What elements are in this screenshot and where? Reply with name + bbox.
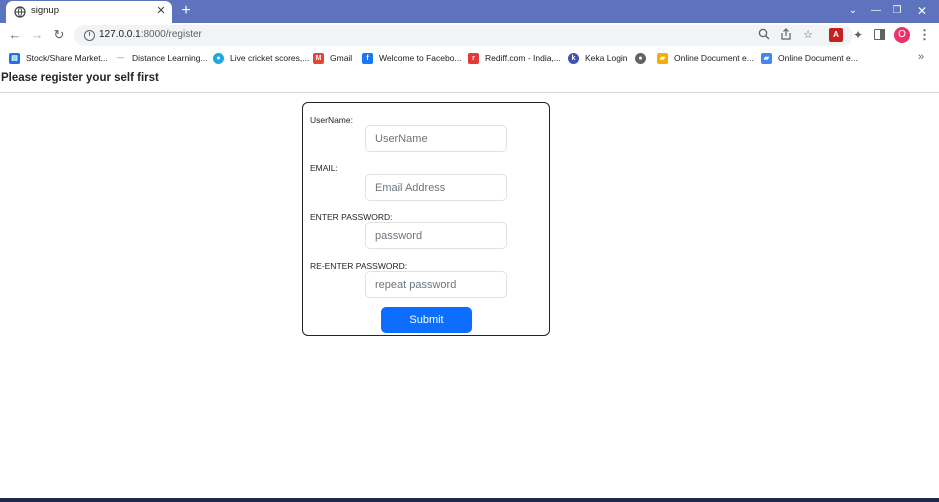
bookmark-label: Welcome to Facebo... [379, 53, 462, 63]
back-icon[interactable]: ← [7, 27, 23, 43]
globe-icon: ● [213, 52, 224, 64]
close-window-icon[interactable]: ✕ [910, 0, 934, 22]
bookmark-item[interactable]: k Keka Login [568, 51, 628, 65]
side-panel-icon[interactable] [873, 28, 887, 42]
globe-icon: ● [635, 52, 646, 64]
url-host: 127.0.0.1 [99, 29, 141, 40]
bookmark-label: Distance Learning... [132, 53, 208, 63]
bookmark-item[interactable]: ▤ Stock/Share Market... [9, 51, 108, 65]
gmail-icon: M [313, 52, 324, 64]
restore-icon[interactable]: ❐ [888, 0, 906, 22]
bookmark-item[interactable]: f Welcome to Facebo... [362, 51, 462, 65]
browser-toolbar: ← → ↻ i 127.0.0.1:8000/register ☆ A ✦ O … [0, 23, 939, 48]
username-label: UserName: [310, 115, 353, 125]
document-icon: ▰ [657, 52, 668, 64]
page-heading: Please register your self first [1, 72, 159, 84]
page-content: Please register your self first UserName… [0, 68, 939, 502]
site-info-icon[interactable]: i [84, 30, 95, 41]
minimize-icon[interactable]: — [868, 0, 884, 22]
bookmark-label: Rediff.com - India,... [485, 53, 561, 63]
submit-button[interactable]: Submit [381, 307, 472, 333]
new-tab-button[interactable]: + [178, 2, 194, 20]
more-bookmarks-icon[interactable]: » [918, 51, 924, 63]
dash-icon: — [117, 54, 124, 62]
bookmark-item[interactable]: M Gmail [313, 51, 352, 65]
chart-icon: ▤ [9, 52, 20, 64]
heading-divider [0, 92, 939, 93]
rediff-icon: r [468, 52, 479, 64]
bookmark-label: Online Document e... [778, 53, 858, 63]
puzzle-icon[interactable]: ✦ [851, 28, 865, 42]
email-label: EMAIL: [310, 163, 338, 173]
keka-icon: k [568, 52, 579, 64]
password-input[interactable] [365, 222, 507, 249]
zoom-icon[interactable] [757, 28, 771, 42]
url-path: :8000/register [140, 29, 202, 40]
reload-icon[interactable]: ↻ [51, 27, 67, 43]
url-text[interactable]: 127.0.0.1:8000/register [99, 29, 202, 40]
tab-strip: signup ✕ + ⌄ — ❐ ✕ [0, 0, 939, 23]
bookmarks-bar: ▤ Stock/Share Market... — Distance Learning… [0, 48, 939, 68]
bookmark-label: Online Document e... [674, 53, 754, 63]
taskbar-edge [0, 498, 939, 502]
bookmark-label: Live cricket scores,... [230, 53, 310, 63]
close-tab-icon[interactable]: ✕ [154, 4, 168, 18]
bookmark-item[interactable]: ● [635, 51, 652, 65]
email-input[interactable] [365, 174, 507, 201]
profile-avatar[interactable]: O [894, 27, 910, 43]
facebook-icon: f [362, 52, 373, 64]
address-bar[interactable]: i 127.0.0.1:8000/register ☆ [74, 25, 853, 46]
username-input[interactable] [365, 125, 507, 152]
register-form: UserName: EMAIL: ENTER PASSWORD: RE-ENTE… [302, 102, 550, 336]
globe-icon [14, 6, 26, 18]
more-menu-icon[interactable]: ⋮ [918, 27, 931, 43]
bookmark-item[interactable]: r Rediff.com - India,... [468, 51, 561, 65]
star-icon[interactable]: ☆ [801, 28, 815, 42]
tab-signup[interactable]: signup ✕ [6, 1, 172, 23]
share-icon[interactable] [779, 28, 793, 42]
repassword-label: RE-ENTER PASSWORD: [310, 261, 408, 271]
bookmark-item[interactable]: — Distance Learning... [115, 51, 208, 65]
bookmark-item[interactable]: ▰ Online Document e... [657, 51, 754, 65]
password-label: ENTER PASSWORD: [310, 212, 393, 222]
bookmark-label: Keka Login [585, 53, 628, 63]
tab-search-icon[interactable]: ⌄ [845, 0, 861, 22]
pdf-extension-icon[interactable]: A [829, 28, 843, 42]
bookmark-item[interactable]: ▰ Online Document e... [761, 51, 858, 65]
bookmark-label: Stock/Share Market... [26, 53, 108, 63]
forward-icon[interactable]: → [29, 27, 45, 43]
tab-title: signup [31, 5, 59, 16]
repassword-input[interactable] [365, 271, 507, 298]
bookmark-label: Gmail [330, 53, 353, 63]
bookmark-item[interactable]: ● Live cricket scores,... [213, 51, 309, 65]
document-icon: ▰ [761, 52, 772, 64]
